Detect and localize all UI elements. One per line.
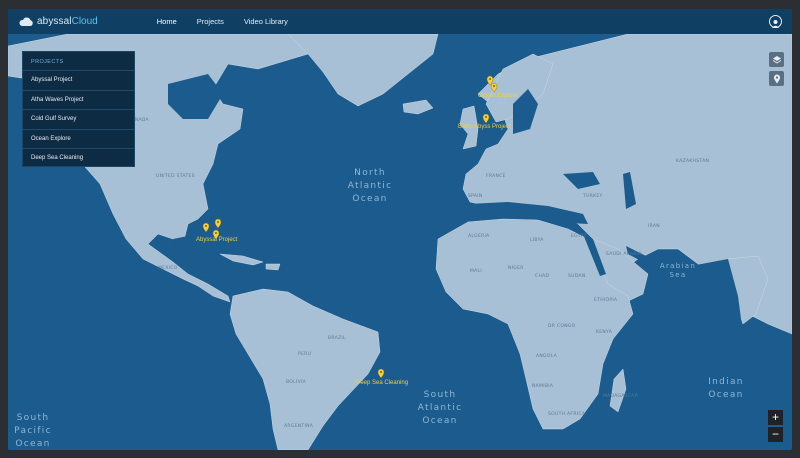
project-item-abyssal[interactable]: Abyssal Project bbox=[23, 70, 134, 90]
nav-video-library[interactable]: Video Library bbox=[244, 17, 288, 26]
user-account-icon[interactable] bbox=[769, 15, 782, 28]
nav-projects[interactable]: Projects bbox=[197, 17, 224, 26]
marker-label-baltic[interactable]: Baltic Abyss Project bbox=[458, 124, 511, 130]
nav-home[interactable]: Home bbox=[157, 17, 177, 26]
projects-panel: PROJECTS Abyssal Project Atha Waves Proj… bbox=[22, 51, 135, 167]
marker-label-deep-sea[interactable]: Deep Sea Cleaning bbox=[356, 380, 408, 386]
brand-name-part2: Cloud bbox=[71, 16, 98, 27]
map-pin-icon[interactable] bbox=[482, 113, 490, 124]
marker-label-abyssal[interactable]: Abyssal Project bbox=[196, 237, 237, 243]
project-item-deep-sea[interactable]: Deep Sea Cleaning bbox=[23, 148, 134, 168]
user-silhouette-icon bbox=[772, 20, 779, 28]
location-button[interactable] bbox=[769, 71, 784, 86]
marker-label-ocean-explore[interactable]: Ocean Explore bbox=[478, 93, 518, 99]
location-pin-icon bbox=[773, 74, 780, 83]
zoom-out-button[interactable]: − bbox=[768, 427, 783, 442]
layers-button[interactable] bbox=[769, 52, 784, 67]
main-nav: Home Projects Video Library bbox=[157, 9, 308, 34]
map-pin-icon[interactable] bbox=[490, 82, 498, 93]
map-pin-icon[interactable] bbox=[214, 218, 222, 229]
zoom-in-button[interactable]: + bbox=[768, 410, 783, 425]
cloud-icon bbox=[19, 16, 33, 26]
brand-name-part1: abyssal bbox=[37, 16, 72, 27]
top-navigation-bar: abyssal Cloud Home Projects Video Librar… bbox=[8, 9, 792, 34]
project-item-atha-waves[interactable]: Atha Waves Project bbox=[23, 89, 134, 110]
brand-logo[interactable]: abyssal Cloud bbox=[18, 9, 98, 34]
layers-icon bbox=[772, 55, 781, 64]
projects-panel-title: PROJECTS bbox=[31, 59, 64, 65]
monitor-frame: abyssal Cloud Home Projects Video Librar… bbox=[0, 0, 800, 458]
map-pin-icon[interactable] bbox=[377, 368, 385, 379]
project-item-ocean-explore[interactable]: Ocean Explore bbox=[23, 128, 134, 149]
project-item-cold-gulf[interactable]: Cold Gulf Survey bbox=[23, 109, 134, 129]
map-pin-icon[interactable] bbox=[202, 222, 210, 233]
app-screen: abyssal Cloud Home Projects Video Librar… bbox=[8, 9, 792, 450]
